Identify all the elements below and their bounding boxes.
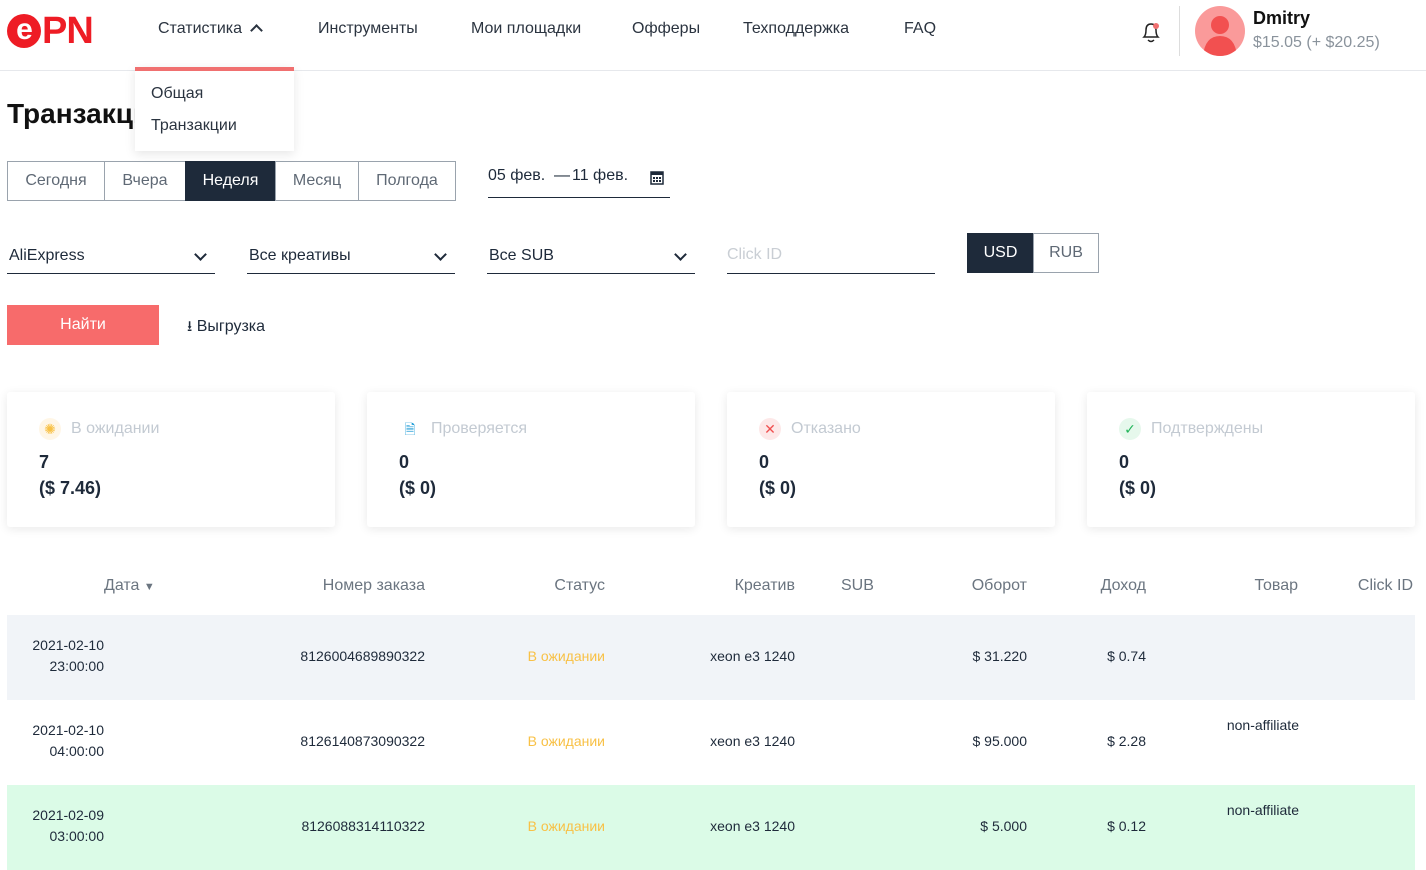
column-creative[interactable]: Креатив <box>735 577 795 595</box>
period-month[interactable]: Месяц <box>275 161 359 201</box>
currency-usd[interactable]: USD <box>967 233 1034 273</box>
offer-select[interactable]: AliExpress <box>7 240 215 274</box>
row-creative: xeon e3 1240 <box>710 648 795 664</box>
divider <box>1179 6 1180 56</box>
column-turnover[interactable]: Оборот <box>972 577 1027 595</box>
row-income: $ 2.28 <box>1107 733 1146 749</box>
sub-select[interactable]: Все SUB <box>487 240 695 274</box>
chevron-up-icon <box>250 24 264 37</box>
nav-my-sites[interactable]: Мои площадки <box>471 20 581 38</box>
dropdown-item-general[interactable]: Общая <box>151 85 203 103</box>
statistics-dropdown: Общая Транзакции <box>135 67 294 151</box>
period-week[interactable]: Неделя <box>185 161 276 201</box>
table-row[interactable]: 2021-02-10 23:00:00 8126004689890322 В ожид… <box>7 615 1415 700</box>
nav-support[interactable]: Техподдержка <box>743 20 849 38</box>
row-turnover: $ 95.000 <box>972 733 1028 749</box>
period-today[interactable]: Сегодня <box>7 161 105 201</box>
row-status: В ожидании <box>527 648 605 664</box>
currency-rub[interactable]: RUB <box>1033 233 1099 273</box>
x-icon: ✕ <box>759 418 781 440</box>
chevron-down-icon <box>194 248 207 261</box>
find-button[interactable]: Найти <box>7 305 159 345</box>
chevron-down-icon <box>674 248 687 261</box>
nav-tools[interactable]: Инструменты <box>318 20 418 38</box>
sort-down-icon: ▼ <box>143 581 155 593</box>
nav-offers[interactable]: Офферы <box>632 20 700 38</box>
nav-faq[interactable]: FAQ <box>904 20 936 38</box>
check-icon: ✓ <box>1119 418 1141 440</box>
table-row[interactable]: 2021-02-09 03:00:00 8126088314110322 В ожид… <box>7 785 1415 870</box>
document-search-icon: 🗎 <box>404 421 416 437</box>
calendar-icon[interactable] <box>650 170 664 190</box>
row-turnover: $ 31.220 <box>972 648 1028 664</box>
row-creative: xeon e3 1240 <box>710 733 795 749</box>
hourglass-icon: ✺ <box>39 418 61 440</box>
row-date: 2021-02-10 <box>32 637 104 653</box>
row-creative: xeon e3 1240 <box>710 818 795 834</box>
export-button[interactable]: ⭳ Выгрузка <box>187 316 265 341</box>
column-click-id[interactable]: Click ID <box>1358 577 1413 595</box>
column-sub[interactable]: SUB <box>841 577 874 595</box>
period-half-year[interactable]: Полгода <box>358 161 456 201</box>
column-product[interactable]: Товар <box>1254 577 1298 595</box>
date-range-picker[interactable]: 05 фев. — 11 фев. <box>488 165 670 198</box>
table-row[interactable]: 2021-02-10 04:00:00 8126140873090322 В ожид… <box>7 700 1415 785</box>
row-product: non-affiliate <box>1226 717 1299 733</box>
row-income: $ 0.12 <box>1107 818 1146 834</box>
column-order[interactable]: Номер заказа <box>323 577 425 595</box>
nav-statistics[interactable]: Статистика <box>158 20 264 38</box>
row-status: В ожидании <box>527 733 605 749</box>
click-id-input[interactable] <box>727 236 935 274</box>
creative-select[interactable]: Все креативы <box>247 240 455 274</box>
row-income: $ 0.74 <box>1107 648 1146 664</box>
user-name[interactable]: Dmitry <box>1253 8 1310 29</box>
column-date[interactable]: Дата ▼ <box>104 577 155 595</box>
row-date: 2021-02-09 <box>32 807 104 823</box>
card-checking: 🗎 Проверяется 0 ($ 0) <box>367 392 695 527</box>
row-order-number: 8126088314110322 <box>301 818 425 834</box>
card-rejected: ✕ Отказано 0 ($ 0) <box>727 392 1055 527</box>
column-income[interactable]: Доход <box>1101 577 1146 595</box>
row-time: 23:00:00 <box>49 658 105 674</box>
chevron-down-icon <box>434 248 447 261</box>
column-status[interactable]: Статус <box>554 577 605 595</box>
avatar[interactable] <box>1195 6 1245 56</box>
row-status: В ожидании <box>527 818 605 834</box>
period-yesterday[interactable]: Вчера <box>104 161 186 201</box>
row-turnover: $ 5.000 <box>980 818 1027 834</box>
card-pending: ✺ В ожидании 7 ($ 7.46) <box>7 392 335 527</box>
row-order-number: 8126004689890322 <box>300 648 425 664</box>
row-date: 2021-02-10 <box>32 722 104 738</box>
epn-logo[interactable]: e PN <box>7 12 94 50</box>
top-header: e PN Статистика Инструменты Мои площадки … <box>0 0 1426 71</box>
user-balance: $15.05 (+ $20.25) <box>1253 34 1380 51</box>
bell-icon[interactable] <box>1138 18 1164 51</box>
row-time: 03:00:00 <box>49 828 105 844</box>
download-icon: ⭳ <box>187 318 193 335</box>
card-confirmed: ✓ Подтверждены 0 ($ 0) <box>1087 392 1415 527</box>
row-product: non-affiliate <box>1226 802 1299 818</box>
row-order-number: 8126140873090322 <box>300 733 425 749</box>
row-time: 04:00:00 <box>49 743 105 759</box>
dropdown-item-transactions[interactable]: Транзакции <box>151 117 237 135</box>
